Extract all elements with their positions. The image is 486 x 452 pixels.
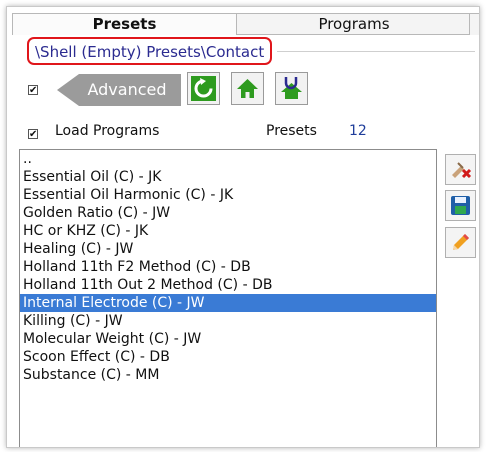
list-item[interactable]: Essential Oil Harmonic (C) - JK bbox=[20, 186, 436, 204]
edit-pencil-icon bbox=[453, 234, 469, 250]
list-item[interactable]: Substance (C) - MM bbox=[20, 366, 436, 384]
presets-count: 12 bbox=[349, 123, 367, 139]
tab-presets[interactable]: Presets bbox=[12, 13, 237, 35]
advanced-label: Advanced bbox=[87, 80, 167, 99]
list-item[interactable]: Killing (C) - JW bbox=[20, 312, 436, 330]
tab-programs[interactable]: Programs bbox=[236, 13, 471, 35]
path-divider bbox=[277, 51, 475, 52]
save-icon bbox=[451, 196, 470, 215]
list-item[interactable]: Healing (C) - JW bbox=[20, 240, 436, 258]
preset-list[interactable]: .. Essential Oil (C) - JK Essential Oil Ha… bbox=[19, 149, 437, 447]
list-item[interactable]: Scoon Effect (C) - DB bbox=[20, 348, 436, 366]
load-programs-label: Load Programs bbox=[55, 123, 160, 139]
user-home-icon bbox=[281, 77, 302, 99]
home-icon bbox=[237, 79, 258, 98]
list-item[interactable]: Holland 11th F2 Method (C) - DB bbox=[20, 258, 436, 276]
load-programs-checkbox[interactable]: ✔ bbox=[28, 129, 38, 140]
delete-icon bbox=[452, 162, 472, 179]
list-item[interactable]: Golden Ratio (C) - JW bbox=[20, 204, 436, 222]
advanced-checkbox[interactable]: ✔ bbox=[28, 85, 38, 96]
delete-button[interactable] bbox=[445, 154, 476, 185]
list-item[interactable]: .. bbox=[20, 150, 436, 168]
list-item[interactable]: Molecular Weight (C) - JW bbox=[20, 330, 436, 348]
list-item[interactable]: HC or KHZ (C) - JK bbox=[20, 222, 436, 240]
home-button[interactable] bbox=[231, 72, 264, 105]
refresh-button[interactable] bbox=[187, 72, 220, 105]
tab-overflow[interactable] bbox=[469, 13, 479, 35]
edit-button[interactable] bbox=[445, 227, 476, 258]
list-item[interactable]: Internal Electrode (C) - JW bbox=[20, 294, 436, 312]
list-item[interactable]: Essential Oil (C) - JK bbox=[20, 168, 436, 186]
user-home-button[interactable] bbox=[275, 72, 308, 105]
list-item[interactable]: Holland 11th Out 2 Method (C) - DB bbox=[20, 276, 436, 294]
save-button[interactable] bbox=[445, 190, 476, 221]
presets-count-label: Presets bbox=[266, 123, 317, 139]
refresh-icon bbox=[191, 76, 216, 101]
presets-panel: Presets Programs \Shell (Empty) Presets\… bbox=[6, 6, 480, 448]
advanced-button[interactable]: Advanced bbox=[57, 73, 181, 107]
preset-path-breadcrumb: \Shell (Empty) Presets\Contact bbox=[27, 37, 273, 65]
